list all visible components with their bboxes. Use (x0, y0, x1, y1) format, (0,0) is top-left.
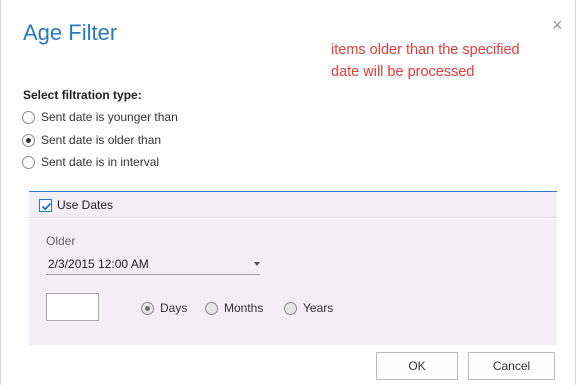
radio-label: Sent date is older than (41, 133, 162, 147)
chevron-down-icon (254, 262, 260, 266)
age-number-input[interactable] (46, 293, 99, 321)
radio-button[interactable] (22, 110, 35, 124)
radio-older-than[interactable]: Sent date is older than (22, 133, 161, 147)
use-dates-label: Use Dates (57, 198, 114, 212)
ok-button[interactable]: OK (376, 352, 458, 380)
annotation-line-2: date will be processed (331, 64, 475, 80)
radio-button[interactable] (205, 301, 218, 315)
radio-button[interactable] (284, 301, 297, 315)
older-label: Older (46, 234, 76, 248)
use-dates-header: Use Dates (29, 192, 557, 218)
radio-in-interval[interactable]: Sent date is in interval (22, 155, 159, 169)
unit-years[interactable]: Years (284, 301, 333, 315)
older-date-dropdown[interactable]: 2/3/2015 12:00 AM (46, 253, 260, 275)
radio-label: Sent date is younger than (41, 110, 178, 124)
cancel-button[interactable]: Cancel (468, 352, 555, 380)
unit-label: Years (303, 301, 334, 315)
dialog-title: Age Filter (23, 20, 118, 45)
unit-months[interactable]: Months (205, 301, 263, 315)
radio-button-selected[interactable] (22, 133, 35, 147)
close-icon[interactable]: × (552, 16, 563, 34)
radio-button-selected[interactable] (141, 301, 154, 315)
age-filter-dialog: Age Filter × items older than the specif… (0, 0, 576, 385)
radio-button[interactable] (22, 155, 35, 169)
annotation-line-1: items older than the specified (331, 42, 520, 58)
checkmark-icon (41, 202, 52, 211)
unit-label: Months (224, 301, 264, 315)
radio-label: Sent date is in interval (41, 155, 160, 169)
use-dates-checkbox[interactable] (39, 199, 52, 212)
filtration-type-label: Select filtration type: (23, 88, 142, 102)
annotation-note: items older than the specified date will… (331, 39, 561, 83)
radio-younger-than[interactable]: Sent date is younger than (22, 110, 178, 124)
unit-label: Days (160, 301, 188, 315)
unit-days[interactable]: Days (141, 301, 187, 315)
date-value: 2/3/2015 12:00 AM (48, 257, 149, 271)
dates-panel: Older 2/3/2015 12:00 AM Days Months Year… (29, 219, 557, 345)
